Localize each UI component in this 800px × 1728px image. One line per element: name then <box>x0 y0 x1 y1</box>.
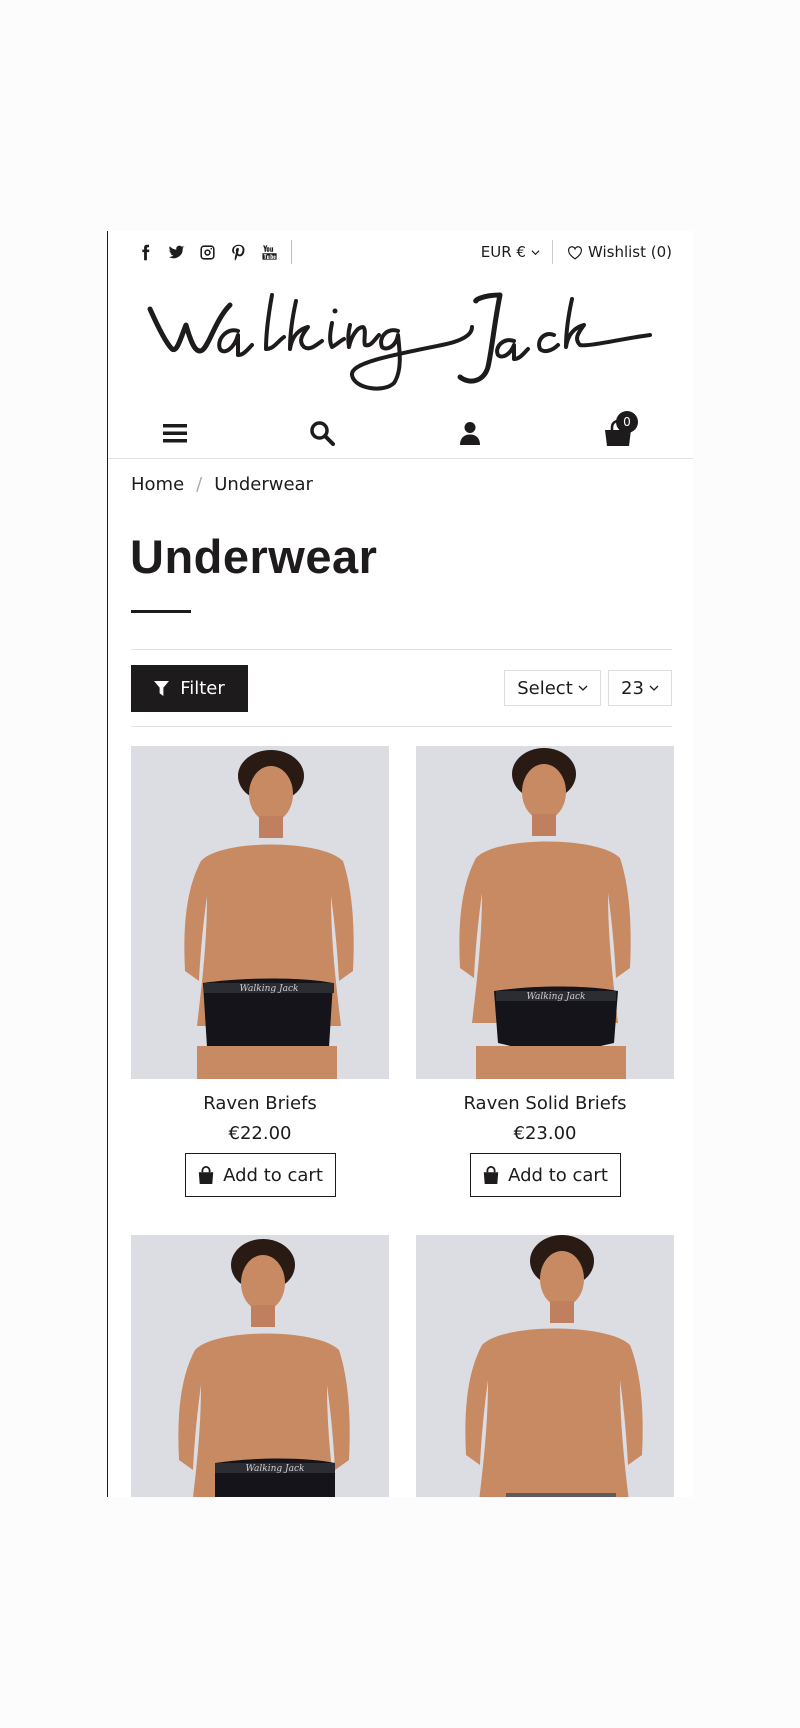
youtube-icon[interactable] <box>254 240 285 264</box>
twitter-icon[interactable] <box>161 240 192 264</box>
brand-logo[interactable] <box>146 291 656 391</box>
product-card: Walking Jack <box>131 1235 389 1497</box>
shopping-bag-icon <box>483 1166 499 1184</box>
currency-selector[interactable]: EUR € <box>481 240 553 264</box>
sort-value: Select <box>517 677 573 699</box>
wishlist-link[interactable]: Wishlist (0) <box>553 243 672 261</box>
filter-label: Filter <box>180 678 225 699</box>
chevron-down-icon <box>531 249 540 255</box>
top-right-links: EUR € Wishlist (0) <box>481 240 672 264</box>
add-to-cart-label: Add to cart <box>508 1164 608 1186</box>
add-to-cart-button[interactable]: Add to cart <box>184 1153 336 1197</box>
social-links <box>130 240 292 264</box>
product-card: Walking Jack Raven Solid Briefs €23.00 A… <box>416 746 674 1197</box>
menu-icon[interactable] <box>159 417 191 449</box>
product-image[interactable] <box>416 1235 674 1497</box>
instagram-icon[interactable] <box>192 240 223 264</box>
breadcrumb-separator: / <box>196 474 203 495</box>
breadcrumb-home[interactable]: Home <box>131 474 184 495</box>
breadcrumb-current: Underwear <box>214 474 313 495</box>
user-icon[interactable] <box>454 417 486 449</box>
chevron-down-icon <box>578 685 588 691</box>
per-page-select[interactable]: 23 <box>608 670 672 706</box>
search-icon[interactable] <box>306 417 338 449</box>
product-card <box>416 1235 674 1497</box>
waistband-print: Walking Jack <box>246 1464 305 1474</box>
waistband-print: Walking Jack <box>240 984 299 994</box>
product-image[interactable]: Walking Jack <box>131 1235 389 1497</box>
filter-icon <box>154 681 170 696</box>
per-page-value: 23 <box>621 677 644 699</box>
product-price: €23.00 <box>513 1123 577 1144</box>
shopping-bag-icon <box>198 1166 214 1184</box>
product-card: Walking Jack Raven Briefs €22.00 Add to … <box>131 746 389 1197</box>
heart-icon <box>568 245 582 260</box>
wishlist-label: Wishlist (0) <box>587 243 672 261</box>
page-frame: EUR € Wishlist (0) 0 Home / Underwear Un… <box>107 231 693 1497</box>
add-to-cart-button[interactable]: Add to cart <box>469 1153 621 1197</box>
product-image[interactable]: Walking Jack <box>131 746 389 1079</box>
product-image[interactable]: Walking Jack <box>416 746 674 1079</box>
listing-toolbar: Filter Select 23 <box>131 649 672 727</box>
product-name[interactable]: Raven Solid Briefs <box>416 1093 674 1114</box>
icon-nav: 0 <box>108 409 693 459</box>
filter-button[interactable]: Filter <box>131 665 248 712</box>
page-title: Underwear <box>130 530 378 583</box>
cart-count-badge: 0 <box>616 411 638 433</box>
social-divider <box>291 240 292 264</box>
breadcrumb: Home / Underwear <box>131 474 313 495</box>
product-name[interactable]: Raven Briefs <box>131 1093 389 1114</box>
facebook-icon[interactable] <box>130 240 161 264</box>
waistband-print: Walking Jack <box>527 992 586 1002</box>
pinterest-icon[interactable] <box>223 240 254 264</box>
currency-label: EUR € <box>480 243 526 261</box>
title-underline <box>131 610 191 613</box>
sort-select[interactable]: Select <box>504 670 601 706</box>
chevron-down-icon <box>649 685 659 691</box>
cart-icon[interactable]: 0 <box>602 411 638 449</box>
add-to-cart-label: Add to cart <box>223 1164 323 1186</box>
top-bar: EUR € Wishlist (0) <box>108 231 693 271</box>
product-price: €22.00 <box>228 1123 292 1144</box>
